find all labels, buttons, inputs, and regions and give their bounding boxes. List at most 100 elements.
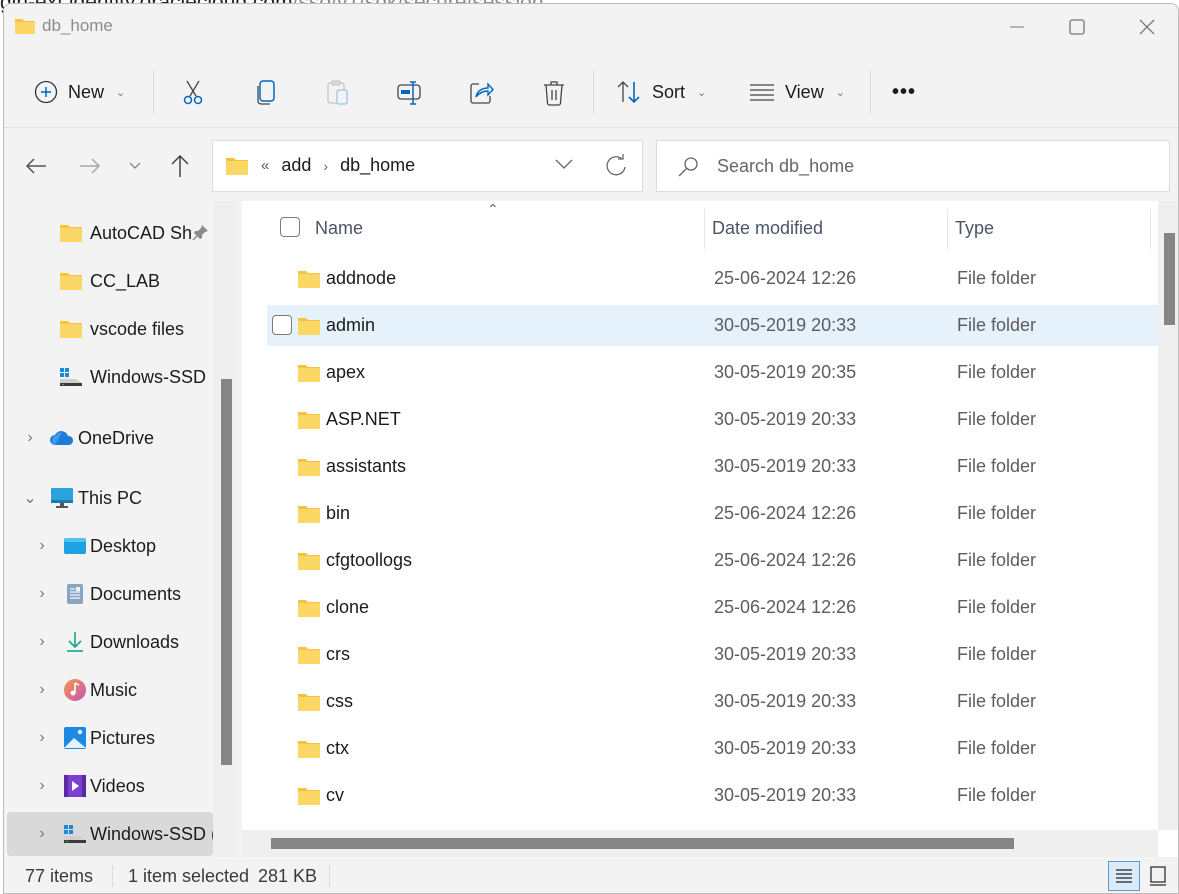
folder-icon [297,786,321,811]
file-type: File folder [957,409,1037,429]
breadcrumb-item-db-home[interactable]: db_home [340,155,415,176]
chevron-down-icon: ⌄ [116,86,126,99]
file-row[interactable]: ASP.NET 30-05-2019 20:33 File folder [267,399,1158,440]
toolbar-divider [593,70,594,114]
sort-icon [617,81,640,104]
cut-button[interactable] [176,76,210,110]
search-box[interactable]: Search db_home [656,140,1170,192]
file-row[interactable]: assistants 30-05-2019 20:33 File folder [267,446,1158,487]
sidebar-item-onedrive[interactable]: › OneDrive [4,416,210,460]
copy-button[interactable] [249,76,283,110]
file-name: assistants [326,456,407,476]
view-button[interactable]: View ⌄ [749,72,845,112]
horizontal-scrollbar-thumb[interactable] [271,838,1014,849]
pictures-icon [62,726,88,750]
chevron-down-icon: ⌄ [697,86,707,99]
file-row[interactable]: cfgtoollogs 25-06-2024 12:26 File folder [267,540,1158,581]
column-header-date-modified[interactable]: Date modified [712,218,823,239]
new-button[interactable]: New ⌄ [34,72,125,112]
column-divider[interactable] [704,209,705,249]
details-view-button[interactable] [1108,861,1140,891]
close-button[interactable] [1112,4,1178,50]
chevron-right-icon[interactable]: › [22,429,38,447]
folder-icon [297,504,321,529]
drive-icon [62,822,88,846]
breadcrumb-item-add[interactable]: add [281,155,311,176]
file-name: clone [326,597,370,617]
sidebar-item-cc-lab[interactable]: CC_LAB [4,259,210,303]
address-dropdown-button[interactable] [555,157,573,175]
folder-icon [58,317,84,341]
file-row[interactable]: apex 30-05-2019 20:35 File folder [267,352,1158,393]
chevron-right-icon[interactable]: › [34,825,50,843]
close-icon [1139,19,1155,35]
sidebar-item-windows-ssd-pinned[interactable]: Windows-SSD ( [4,355,210,399]
file-date-modified: 30-05-2019 20:33 [714,315,857,335]
chevron-down-icon[interactable]: ⌄ [22,488,38,508]
select-all-checkbox[interactable] [280,217,300,237]
tiles-view-button[interactable] [1142,861,1174,891]
sort-button[interactable]: Sort ⌄ [616,72,706,112]
file-list: ⌃ Name Date modified Type addnode 25-06-2… [242,201,1178,857]
sidebar-item-autocad[interactable]: AutoCAD Sh [4,211,210,255]
sidebar-item-videos[interactable]: › Videos [4,764,210,808]
more-options-button[interactable]: ••• [892,72,916,112]
horizontal-scrollbar[interactable] [242,830,1158,857]
column-divider[interactable] [1150,209,1151,249]
refresh-button[interactable] [605,154,627,183]
chevron-right-icon[interactable]: › [34,729,50,747]
chevron-right-icon[interactable]: › [34,585,50,603]
file-row[interactable]: cv 30-05-2019 20:33 File folder [267,775,1158,816]
file-row[interactable]: admin 30-05-2019 20:33 File folder [267,305,1158,346]
file-type: File folder [957,550,1037,570]
sidebar-item-pictures[interactable]: › Pictures [4,716,210,760]
chevron-down-icon [555,159,573,169]
address-bar[interactable]: « add › db_home [212,140,643,192]
chevron-right-icon[interactable]: › [34,537,50,555]
chevron-right-icon[interactable]: › [323,158,328,174]
forward-button[interactable] [75,149,105,183]
sidebar-item-desktop[interactable]: › Desktop [4,524,210,568]
row-checkbox[interactable] [272,315,292,335]
column-divider[interactable] [947,209,948,249]
search-input[interactable]: Search db_home [717,156,854,177]
file-name: ASP.NET [326,409,401,429]
rename-button[interactable] [393,76,427,110]
file-row[interactable]: clone 25-06-2024 12:26 File folder [267,587,1158,628]
view-label: View [785,81,824,102]
chevron-right-icon[interactable]: › [34,681,50,699]
column-header-type[interactable]: Type [955,218,994,239]
vertical-scrollbar[interactable] [1158,201,1178,830]
chevron-right-icon[interactable]: › [34,777,50,795]
file-row[interactable]: css 30-05-2019 20:33 File folder [267,681,1158,722]
sidebar-item-music[interactable]: › Music [4,668,210,712]
recent-locations-button[interactable] [120,149,150,183]
file-row[interactable]: addnode 25-06-2024 12:26 File folder [267,258,1158,299]
copy-icon [257,80,275,105]
file-row[interactable]: crs 30-05-2019 20:33 File folder [267,634,1158,675]
sidebar-item-vscode-files[interactable]: vscode files [4,307,210,351]
paste-button[interactable] [321,76,355,110]
sidebar-item-windows-ssd[interactable]: › Windows-SSD ( [7,812,213,856]
sidebar-scrollbar[interactable] [213,201,237,857]
status-divider [112,865,113,887]
file-row[interactable]: bin 25-06-2024 12:26 File folder [267,493,1158,534]
column-header-name[interactable]: Name [315,218,363,239]
share-button[interactable] [465,76,499,110]
file-name: cfgtoollogs [326,550,413,570]
sidebar-item-label: Windows-SSD ( [90,823,213,844]
back-button[interactable] [21,149,51,183]
file-row[interactable]: ctx 30-05-2019 20:33 File folder [267,728,1158,769]
breadcrumb-overflow[interactable]: « [261,157,269,174]
sidebar-item-downloads[interactable]: › Downloads [4,620,210,664]
sidebar-scrollbar-thumb[interactable] [221,379,232,765]
vertical-scrollbar-thumb[interactable] [1164,233,1175,325]
sidebar-item-this-pc[interactable]: ⌄ This PC [4,476,210,520]
navigation-pane: AutoCAD Sh CC_LAB vscode files Windows-S… [4,201,240,857]
chevron-right-icon[interactable]: › [34,633,50,651]
up-button[interactable] [165,149,195,183]
folder-icon [226,157,248,175]
delete-button[interactable] [537,76,571,110]
sidebar-item-documents[interactable]: › Documents [4,572,210,616]
maximize-button[interactable] [1042,4,1112,50]
